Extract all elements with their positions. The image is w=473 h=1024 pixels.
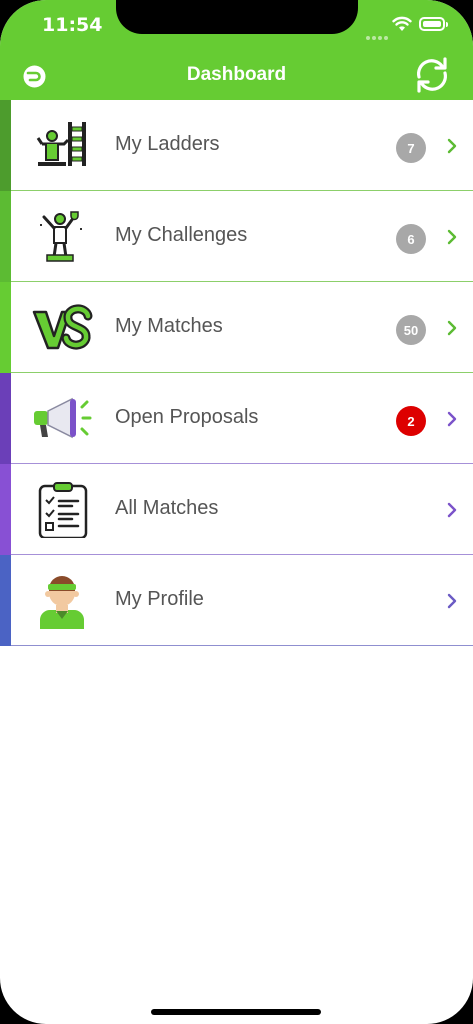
menu-item-label: My Profile	[115, 588, 204, 610]
menu-item-my-challenges[interactable]: My Challenges 6	[0, 191, 473, 282]
menu-item-my-profile[interactable]: My Profile	[0, 555, 473, 646]
count-badge: 2	[396, 406, 426, 436]
menu-item-label: Open Proposals	[115, 406, 259, 428]
menu-item-label: My Matches	[115, 315, 223, 337]
refresh-icon[interactable]	[412, 55, 452, 95]
menu-item-label: My Challenges	[115, 224, 248, 246]
chevron-right-icon	[447, 320, 457, 336]
menu-item-label: All Matches	[115, 497, 219, 519]
chevron-right-icon	[447, 593, 457, 609]
dashboard-menu: My Ladders 7 My Challenges 6 My Matches …	[0, 100, 473, 646]
megaphone-icon	[34, 397, 92, 439]
battery-icon	[419, 17, 448, 31]
device-notch	[116, 0, 358, 34]
phone-screen: 11:54 Dashboard My Ladders 7 My Challeng…	[0, 0, 473, 1024]
ladder-icon	[36, 122, 86, 166]
count-badge: 6	[396, 224, 426, 254]
wifi-icon	[392, 16, 412, 31]
count-badge: 50	[396, 315, 426, 345]
menu-item-my-matches[interactable]: My Matches 50	[0, 282, 473, 373]
row-divider	[11, 645, 473, 646]
chevron-right-icon	[447, 229, 457, 245]
row-accent-bar	[0, 100, 11, 191]
versus-icon	[32, 304, 93, 350]
menu-item-my-ladders[interactable]: My Ladders 7	[0, 100, 473, 191]
row-accent-bar	[0, 464, 11, 555]
chevron-right-icon	[447, 502, 457, 518]
row-accent-bar	[0, 191, 11, 282]
menu-item-all-matches[interactable]: All Matches	[0, 464, 473, 555]
home-indicator[interactable]	[151, 1009, 321, 1015]
cellular-signal-icon	[366, 27, 390, 45]
avatar-icon	[40, 576, 84, 629]
clipboard-icon	[38, 482, 88, 538]
chevron-right-icon	[447, 411, 457, 427]
count-badge: 7	[396, 133, 426, 163]
chevron-right-icon	[447, 138, 457, 154]
row-accent-bar	[0, 373, 11, 464]
menu-item-open-proposals[interactable]: Open Proposals 2	[0, 373, 473, 464]
status-time: 11:54	[42, 14, 103, 36]
row-accent-bar	[0, 282, 11, 373]
menu-item-label: My Ladders	[115, 133, 220, 155]
app-header: 11:54 Dashboard	[0, 0, 473, 100]
page-title: Dashboard	[186, 64, 287, 85]
trophy-player-icon	[40, 211, 82, 262]
row-accent-bar	[0, 555, 11, 646]
